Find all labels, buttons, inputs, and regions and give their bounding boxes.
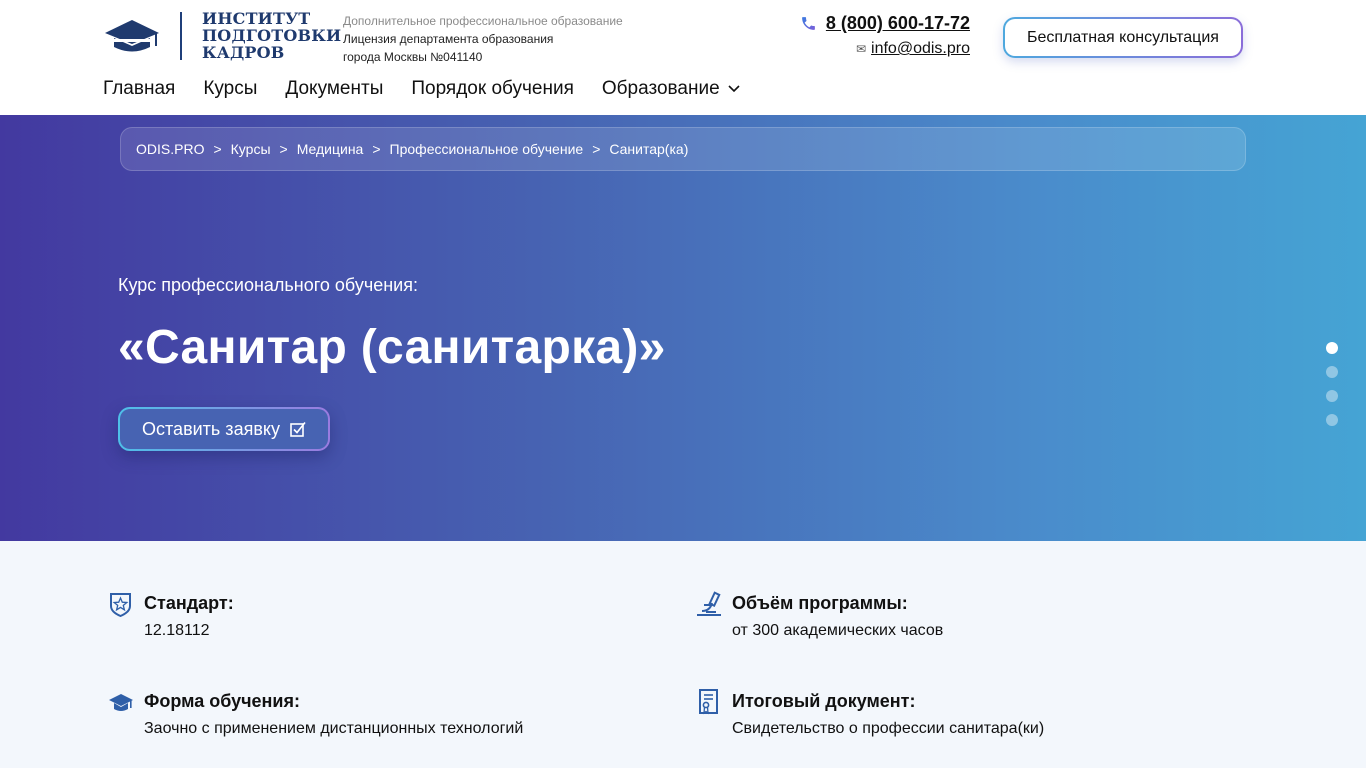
breadcrumb-professional-training[interactable]: Профессиональное обучение bbox=[390, 141, 584, 157]
nav-item-education[interactable]: Образование bbox=[602, 78, 740, 100]
graduation-cap-icon bbox=[109, 694, 133, 711]
breadcrumb-courses[interactable]: Курсы bbox=[231, 141, 271, 157]
slider-dot[interactable] bbox=[1326, 414, 1338, 426]
hero-subtitle: Курс профессионального обучения: bbox=[118, 275, 418, 295]
free-consultation-button[interactable]: Бесплатная консультация bbox=[1003, 17, 1243, 58]
feature-label: Итоговый документ: bbox=[732, 691, 916, 711]
breadcrumb-current: Санитар(ка) bbox=[609, 141, 689, 157]
logo-divider bbox=[180, 11, 182, 60]
hero-banner: ODIS.PRO > Курсы > Медицина > Профессион… bbox=[0, 115, 1366, 541]
page-title: «Санитар (санитарка)» bbox=[118, 321, 666, 374]
email-link[interactable]: info@odis.pro bbox=[871, 40, 970, 58]
email-row: ✉ info@odis.pro bbox=[800, 40, 970, 58]
nav-item-education-label: Образование bbox=[601, 78, 720, 99]
chevron-down-icon bbox=[728, 85, 740, 93]
breadcrumb-separator: > bbox=[592, 141, 601, 157]
contacts: 8 (800) 600-17-72 ✉ info@odis.pro bbox=[800, 13, 970, 58]
apply-button-label: Оставить заявку bbox=[142, 418, 280, 439]
checkbox-icon bbox=[290, 422, 306, 437]
graduation-cap-logo-icon bbox=[105, 19, 159, 51]
nav-item-documents[interactable]: Документы bbox=[285, 78, 383, 100]
slider-dot[interactable] bbox=[1326, 342, 1338, 354]
breadcrumb-separator: > bbox=[213, 141, 222, 157]
license-line: Лицензия департамента образования bbox=[343, 32, 554, 46]
breadcrumb-home[interactable]: ODIS.PRO bbox=[136, 141, 204, 157]
feature-value: Свидетельство о профессии санитара(ки) bbox=[732, 720, 1045, 737]
breadcrumb-separator: > bbox=[279, 141, 288, 157]
feature-label: Форма обучения: bbox=[144, 691, 300, 711]
slider-dot[interactable] bbox=[1326, 366, 1338, 378]
main-nav: Главная Курсы Документы Порядок обучения… bbox=[103, 78, 740, 100]
nav-item-courses[interactable]: Курсы bbox=[203, 78, 257, 100]
license-line: города Москвы №041140 bbox=[343, 50, 483, 64]
logo-line: КАДРОВ bbox=[202, 43, 285, 62]
phone-row: 8 (800) 600-17-72 bbox=[800, 13, 970, 34]
license-subtitle: Дополнительное профессиональное образова… bbox=[343, 14, 623, 28]
nav-item-study-order[interactable]: Порядок обучения bbox=[411, 78, 574, 100]
breadcrumb-separator: > bbox=[372, 141, 381, 157]
phone-icon bbox=[802, 17, 815, 30]
breadcrumb: ODIS.PRO > Курсы > Медицина > Профессион… bbox=[120, 127, 1246, 171]
nav-item-home[interactable]: Главная bbox=[103, 78, 175, 100]
feature-value: Заочно с применением дистанционных техно… bbox=[144, 720, 524, 737]
site-header: ИНСТИТУТ ПОДГОТОВКИ КАДРОВ Дополнительно… bbox=[0, 0, 1366, 115]
logo[interactable]: ИНСТИТУТ ПОДГОТОВКИ КАДРОВ bbox=[103, 10, 341, 61]
feature-label: Объём программы: bbox=[732, 593, 908, 613]
logo-line: ПОДГОТОВКИ bbox=[202, 26, 342, 45]
slider-dot[interactable] bbox=[1326, 390, 1338, 402]
slider-dots bbox=[1326, 342, 1338, 426]
phone-link[interactable]: 8 (800) 600-17-72 bbox=[826, 13, 970, 34]
shield-star-icon bbox=[110, 593, 131, 617]
breadcrumb-medicine[interactable]: Медицина bbox=[297, 141, 364, 157]
logo-wordmark: ИНСТИТУТ ПОДГОТОВКИ КАДРОВ bbox=[202, 10, 341, 61]
feature-value: от 300 академических часов bbox=[732, 622, 944, 639]
license-info: Дополнительное профессиональное образова… bbox=[343, 12, 623, 66]
mail-icon: ✉ bbox=[855, 42, 867, 56]
microscope-icon bbox=[697, 591, 721, 616]
feature-label: Стандарт: bbox=[144, 593, 234, 613]
logo-line: ИНСТИТУТ bbox=[202, 9, 311, 28]
certificate-icon bbox=[699, 689, 718, 715]
feature-value: 12.18112 bbox=[144, 622, 210, 639]
apply-button[interactable]: Оставить заявку bbox=[118, 407, 330, 451]
